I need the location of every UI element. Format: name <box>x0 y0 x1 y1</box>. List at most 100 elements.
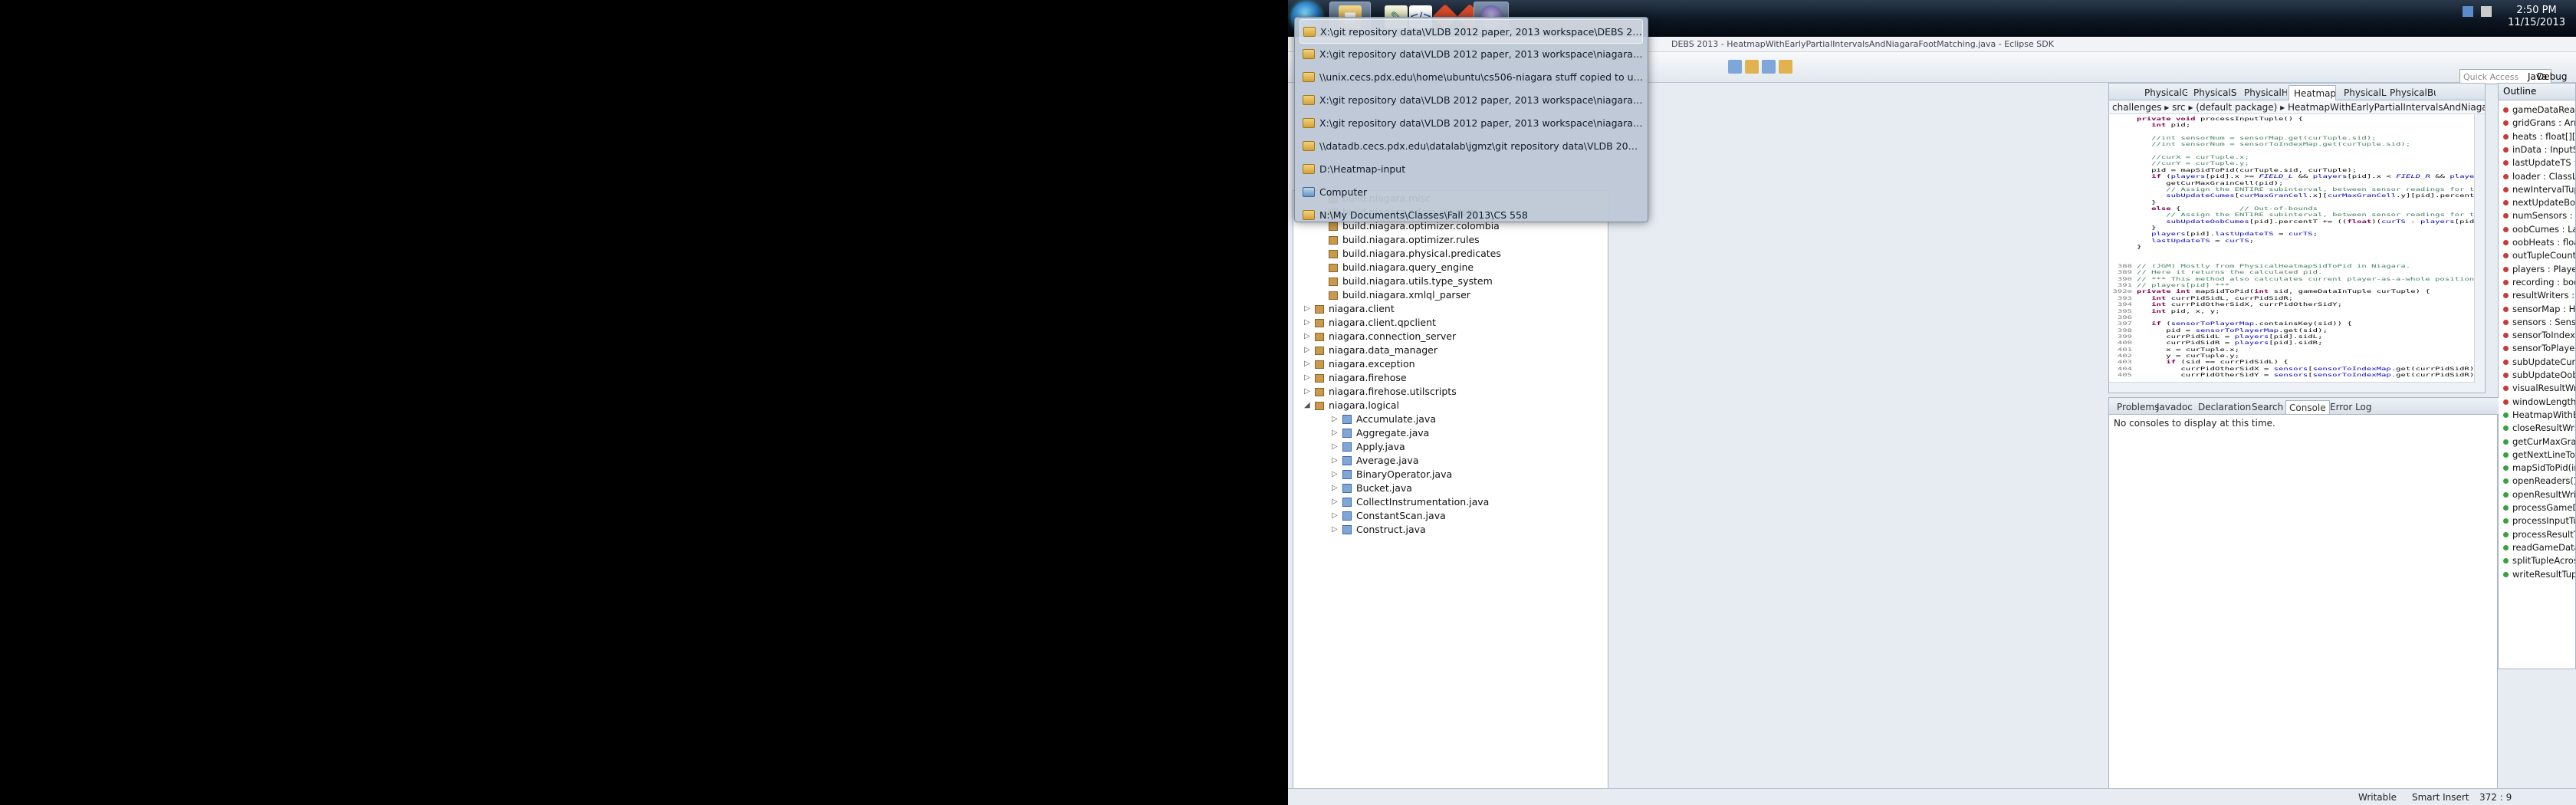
expand-right-icon[interactable]: ▷ <box>1332 495 1338 509</box>
outline-item[interactable]: recording : boole <box>2503 276 2575 289</box>
outline-item[interactable]: gridGrans : ArrayL <box>2503 117 2575 130</box>
outline-item[interactable]: loader : ClassLoa <box>2503 170 2575 183</box>
expand-right-icon[interactable]: ▷ <box>1304 302 1310 316</box>
expand-right-icon[interactable]: ▷ <box>1304 343 1310 357</box>
outline-item[interactable]: numSensors : int <box>2503 209 2575 222</box>
expand-right-icon[interactable]: ▷ <box>1332 454 1338 468</box>
expand-right-icon[interactable]: ▷ <box>1304 385 1310 399</box>
outline-item[interactable]: nextUpdateBound <box>2503 196 2575 209</box>
outline-item[interactable]: processGameData <box>2503 501 2575 514</box>
tree-item[interactable]: ▷ niagara.client <box>1304 302 1395 316</box>
expand-right-icon[interactable]: ▷ <box>1304 316 1310 330</box>
outline-item[interactable]: heats : float[][][] <box>2503 130 2575 143</box>
jumplist-item[interactable]: \\unix.cecs.pdx.edu\home\ubuntu\cs506-ni… <box>1300 65 1643 90</box>
tree-item[interactable]: ▷ niagara.firehose <box>1304 371 1407 385</box>
tree-item[interactable]: ▷ niagara.connection_server <box>1304 330 1456 343</box>
outline-item[interactable]: mapSidToPid(int, <box>2503 462 2575 475</box>
outline-item[interactable]: inData : InputStre <box>2503 143 2575 156</box>
code-editor[interactable]: PhysicalGri...PhysicalSpli...PhysicalHea… <box>2108 83 2486 393</box>
jumplist-item[interactable]: X:\git repository data\VLDB 2012 paper, … <box>1300 111 1643 136</box>
editor-tab[interactable]: HeatmapWith... <box>2288 85 2336 100</box>
jumplist-item[interactable]: D:\Heatmap-input <box>1300 157 1643 182</box>
outline-item[interactable]: readGameData(in <box>2503 541 2575 554</box>
editor-tab[interactable]: PhysicalBuck... <box>2385 85 2436 100</box>
status-insert-mode[interactable]: Smart Insert <box>2412 792 2469 803</box>
editor-breadcrumb[interactable]: challenges ▸ src ▸ (default package) ▸ H… <box>2109 100 2485 114</box>
outline-item[interactable]: openReaders() : v <box>2503 475 2575 488</box>
expand-right-icon[interactable]: ▷ <box>1332 468 1338 481</box>
outline-item[interactable]: closeResultWriter <box>2503 422 2575 435</box>
console-tab[interactable]: Error Log <box>2327 400 2375 414</box>
outline-item[interactable]: getNextLineToker <box>2503 449 2575 462</box>
outline-item[interactable]: openResultWriter <box>2503 488 2575 501</box>
outline-item[interactable]: processResultTup <box>2503 528 2575 541</box>
outline-item[interactable]: HeatmapWithEarl <box>2503 409 2575 422</box>
outline-item[interactable]: subUpdateCumes <box>2503 356 2575 369</box>
outline-item[interactable]: oobHeats : float[] <box>2503 236 2575 249</box>
outline-item[interactable]: visualResultWrite <box>2503 382 2575 395</box>
tree-item[interactable]: ▷ CollectInstrumentation.java <box>1332 495 1489 509</box>
tree-item[interactable]: ◢ niagara.logical <box>1304 399 1399 412</box>
expand-right-icon[interactable]: ▷ <box>1332 426 1338 440</box>
console-tab[interactable]: Search <box>2249 400 2286 414</box>
tree-item[interactable]: ▷ Construct.java <box>1332 523 1426 537</box>
editor-tab[interactable]: PhysicalSpli... <box>2189 85 2236 100</box>
outline-item[interactable]: oobCumes : Lates <box>2503 223 2575 236</box>
outline-item[interactable]: sensorMap : Hash <box>2503 303 2575 316</box>
outline-item[interactable]: newIntervalTuple <box>2503 183 2575 196</box>
network-icon[interactable] <box>2463 6 2473 17</box>
editor-tab[interactable]: PhysicalHea... <box>2239 85 2287 100</box>
tree-item[interactable]: build.niagara.utils.type_system <box>1329 274 1493 288</box>
expand-right-icon[interactable]: ▷ <box>1332 412 1338 426</box>
expand-right-icon[interactable]: ▷ <box>1332 440 1338 454</box>
jumplist-item[interactable]: N:\My Documents\Classes\Fall 2013\CS 558 <box>1300 203 1643 222</box>
jumplist-item[interactable]: Computer <box>1300 180 1643 205</box>
tree-item[interactable]: build.niagara.query_engine <box>1329 261 1474 274</box>
outline-item[interactable]: gameDataReader <box>2503 104 2575 117</box>
tree-item[interactable]: ▷ niagara.firehose.utilscripts <box>1304 385 1457 399</box>
outline-item[interactable]: resultWriters : Bu <box>2503 289 2575 302</box>
outline-item[interactable]: subUpdateOobCu <box>2503 369 2575 382</box>
editor-tab[interactable]: PhysicalGri... <box>2140 85 2187 100</box>
outline-item[interactable]: getCurMaxGrainCe <box>2503 435 2575 449</box>
tree-item[interactable]: ▷ Accumulate.java <box>1332 412 1436 426</box>
outline-title[interactable]: Outline <box>2499 84 2575 100</box>
expand-right-icon[interactable]: ▷ <box>1332 481 1338 495</box>
editor-vertical-scrollbar[interactable] <box>2474 114 2485 393</box>
tree-item[interactable]: ▷ Bucket.java <box>1332 481 1412 495</box>
volume-icon[interactable] <box>2481 6 2492 17</box>
nav-icon[interactable] <box>1762 60 1776 74</box>
tree-item[interactable]: ▷ Apply.java <box>1332 440 1405 454</box>
outline-item[interactable]: outTupleCount <box>2503 249 2575 262</box>
nav2-icon[interactable] <box>1779 60 1792 74</box>
expand-right-icon[interactable]: ▷ <box>1304 371 1310 385</box>
tree-item[interactable]: ▷ BinaryOperator.java <box>1332 468 1452 481</box>
expand-down-icon[interactable]: ◢ <box>1304 399 1310 412</box>
tree-item[interactable]: ▷ niagara.client.qpclient <box>1304 316 1436 330</box>
outline-item[interactable]: splitTupleAcrossI <box>2503 554 2575 567</box>
tree-item[interactable]: ▷ Aggregate.java <box>1332 426 1429 440</box>
tree-item[interactable]: ▷ niagara.exception <box>1304 357 1415 371</box>
outline-item[interactable]: windowLengths : <box>2503 396 2575 409</box>
jumplist-item[interactable]: \\datadb.cecs.pdx.edu\datalab\jgmz\git r… <box>1300 134 1643 159</box>
outline-item[interactable]: lastUpdateTS : lo <box>2503 156 2575 169</box>
editor-horizontal-scrollbar[interactable] <box>2109 382 2476 393</box>
outline-item[interactable]: writeResultTuple( <box>2503 568 2575 581</box>
clock[interactable]: 2:50 PM 11/15/2013 <box>2508 5 2565 29</box>
jumplist-item[interactable]: X:\git repository data\VLDB 2012 paper, … <box>1300 42 1643 67</box>
console-tab[interactable]: Declaration <box>2195 400 2254 414</box>
expand-right-icon[interactable]: ▷ <box>1332 509 1338 523</box>
outline-item[interactable]: sensorToIndexMa <box>2503 329 2575 342</box>
console-tab[interactable]: Console <box>2285 400 2330 414</box>
outline-item[interactable]: sensorToPlayerM <box>2503 342 2575 355</box>
expand-right-icon[interactable]: ▷ <box>1332 523 1338 537</box>
outline-item[interactable]: sensors : Sensor <box>2503 316 2575 329</box>
code-area[interactable]: private void processInputTuple() { int p… <box>2109 116 2476 381</box>
jumplist-item[interactable]: X:\git repository data\VLDB 2012 paper, … <box>1300 19 1643 44</box>
outline-item[interactable]: processInputTupl <box>2503 514 2575 527</box>
editor-tab[interactable]: PhysicalLon... <box>2339 85 2387 100</box>
perspective-debug-button[interactable]: Debug <box>2535 69 2573 84</box>
outline-item[interactable]: players : PlayerIn <box>2503 263 2575 276</box>
jumplist-item[interactable]: X:\git repository data\VLDB 2012 paper, … <box>1300 88 1643 113</box>
tree-item[interactable]: build.niagara.optimizer.rules <box>1329 233 1480 247</box>
